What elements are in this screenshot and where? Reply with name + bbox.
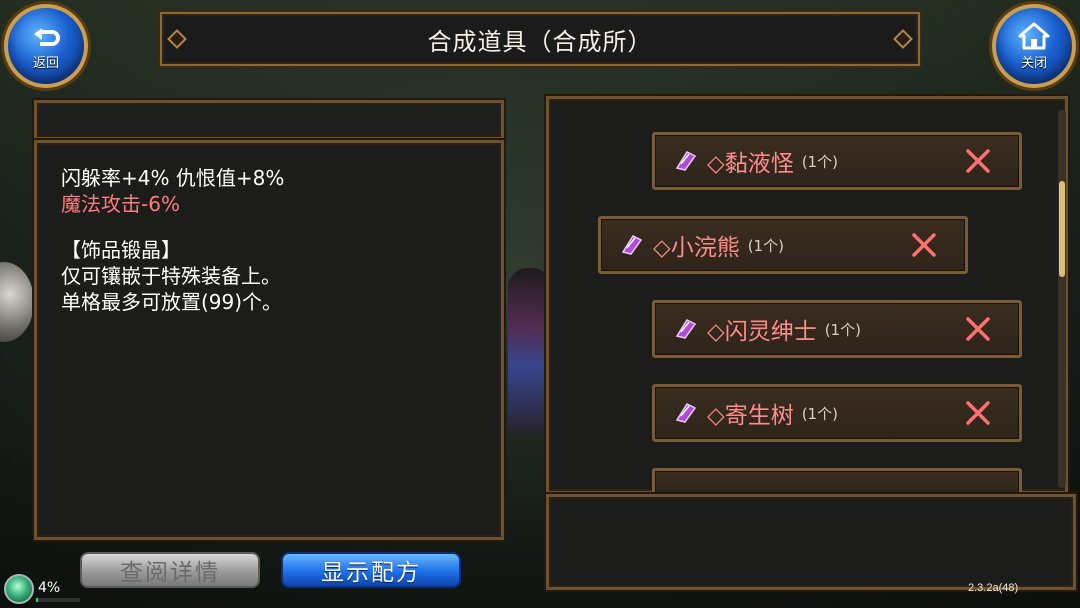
ingredient-count: (1个) (747, 236, 784, 255)
view-details-button[interactable]: 查阅详情 (80, 552, 260, 588)
ingredient-count: (1个) (801, 404, 838, 423)
title-bar: 合成道具（合成所） (160, 12, 920, 66)
purple-crystal-icon (675, 319, 697, 339)
list-item[interactable]: ◇闪灵绅士 (1个) (652, 300, 1022, 358)
ingredient-name: ◇小浣熊 (653, 235, 740, 261)
close-label: 关闭 (1020, 55, 1047, 71)
back-label: 返回 (32, 55, 59, 71)
item-description: 闪躲率+4% 仇恨值+8% 魔法攻击-6% 【饰品锻晶】 仅可镶嵌于特殊装备上。… (61, 165, 481, 315)
battery-orb-icon (4, 574, 34, 604)
list-item[interactable]: ◇黏液怪 (1个) (652, 132, 1022, 190)
status-percent: 4% (38, 580, 61, 596)
ingredient-count: (1个) (801, 152, 838, 171)
purple-crystal-icon (675, 151, 697, 171)
item-name-bar (34, 100, 504, 140)
scrollbar-track[interactable] (1058, 110, 1066, 488)
status-progress-bar (36, 598, 80, 602)
ingredient-name: ◇闪灵绅士 (707, 319, 817, 345)
close-x-icon[interactable] (965, 148, 991, 174)
page-title: 合成道具（合成所） (427, 27, 653, 56)
recipe-result-panel (546, 494, 1076, 590)
stat-bonus-line: 闪躲率+4% 仇恨值+8% (61, 166, 285, 190)
purple-crystal-icon (675, 403, 697, 423)
list-item[interactable]: ◇小浣熊 (1个) (598, 216, 968, 274)
item-usage-note: 仅可镶嵌于特殊装备上。 (61, 264, 281, 288)
item-stack-note: 单格最多可放置(99)个。 (61, 290, 283, 314)
close-x-icon[interactable] (965, 316, 991, 342)
close-button[interactable]: 关闭 (992, 4, 1076, 88)
show-recipe-button[interactable]: 显示配方 (281, 552, 461, 588)
return-arrow-icon (34, 27, 60, 46)
stat-penalty-line: 魔法攻击-6% (61, 192, 180, 216)
item-description-panel: 闪躲率+4% 仇恨值+8% 魔法攻击-6% 【饰品锻晶】 仅可镶嵌于特殊装备上。… (34, 140, 504, 540)
list-item[interactable]: ◇寄生树 (1个) (652, 384, 1022, 442)
list-item-partial[interactable] (652, 468, 1022, 494)
close-x-icon[interactable] (965, 400, 991, 426)
home-icon (1018, 22, 1050, 49)
scrollbar-thumb[interactable] (1059, 180, 1065, 277)
back-button[interactable]: 返回 (4, 4, 88, 88)
purple-crystal-icon (621, 235, 643, 255)
ingredient-name: ◇寄生树 (707, 403, 794, 429)
close-x-icon[interactable] (911, 232, 937, 258)
status-progress-fill (36, 598, 38, 602)
ingredient-count: (1个) (824, 320, 861, 339)
ingredient-name: ◇黏液怪 (707, 151, 794, 177)
version-label: 2.3.2a(48) (968, 582, 1019, 594)
item-category: 【饰品锻晶】 (61, 238, 181, 262)
